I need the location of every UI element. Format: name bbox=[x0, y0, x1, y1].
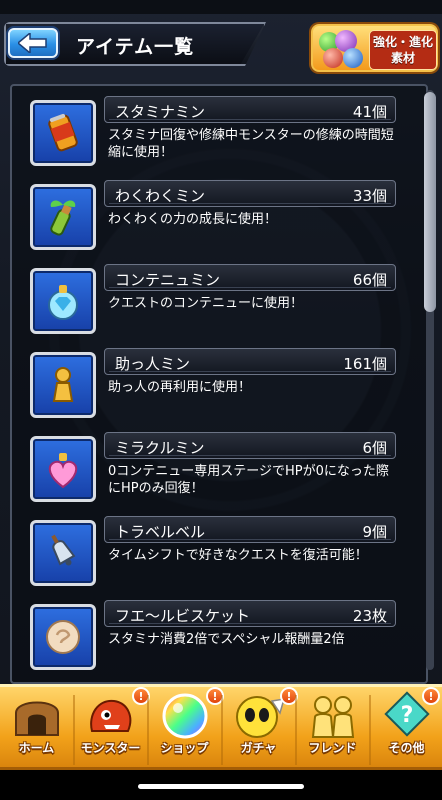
monster-icon bbox=[90, 699, 132, 732]
alert-badge: ! bbox=[422, 687, 440, 705]
item-count: 41個 bbox=[352, 103, 387, 121]
item-description: タイムシフトで好きなクエストを復活可能！ bbox=[108, 548, 368, 563]
item-count: 23枚 bbox=[352, 607, 387, 625]
item-count: 9個 bbox=[362, 523, 387, 541]
item-name: ミラクルミン bbox=[115, 439, 205, 457]
nav-label: ショップ bbox=[160, 741, 209, 755]
back-arrow-icon bbox=[18, 33, 47, 53]
nav-gacha[interactable]: ! ガチャ bbox=[222, 687, 298, 769]
nav-label: ホーム bbox=[18, 741, 55, 755]
item-count: 6個 bbox=[362, 439, 387, 457]
stamina-can-icon bbox=[30, 100, 96, 166]
item-description: スタミナ消費2倍でスペシャル報酬量2倍 bbox=[108, 632, 345, 647]
nav-friends[interactable]: フレンド bbox=[296, 687, 369, 769]
nav-home[interactable]: ホーム bbox=[0, 687, 73, 769]
item-name-bar: コンテニュミン 66個 bbox=[104, 264, 396, 291]
bottom-nav: ホーム ! モンスター ! ショップ ! ガチャ フレンド ? ! その他 bbox=[0, 684, 442, 770]
item-name: コンテニュミン bbox=[115, 271, 221, 289]
nav-monster[interactable]: ! モンスター bbox=[74, 687, 150, 769]
nav-label: モンスター bbox=[80, 741, 141, 755]
bell-icon bbox=[30, 520, 96, 586]
home-indicator bbox=[0, 770, 442, 800]
evolution-label: 強化・進化 素材 bbox=[369, 30, 437, 70]
gacha-icon bbox=[236, 696, 286, 738]
item-count: 161個 bbox=[343, 355, 387, 373]
item-name: トラベルベル bbox=[115, 523, 206, 541]
pawn-icon bbox=[30, 352, 96, 418]
item-name: フエ〜ルビスケット bbox=[115, 607, 251, 625]
back-button[interactable] bbox=[8, 28, 58, 58]
svg-text:?: ? bbox=[401, 703, 414, 728]
header: アイテム一覧 強化・進化 素材 bbox=[0, 14, 442, 74]
item-name-bar: トラベルベル 9個 bbox=[104, 516, 396, 543]
friends-icon bbox=[311, 696, 355, 738]
home-icon bbox=[15, 701, 59, 736]
item-name: 助っ人ミン bbox=[115, 355, 191, 373]
list-item[interactable]: コンテニュミン 66個 クエストのコンテニューに使用！ bbox=[26, 264, 396, 334]
scrollbar-thumb[interactable] bbox=[424, 92, 436, 312]
biscuit-icon bbox=[30, 604, 96, 670]
nav-label: その他 bbox=[388, 741, 425, 755]
crystal-bottle-icon bbox=[30, 268, 96, 334]
heart-bottle-icon bbox=[30, 436, 96, 502]
item-description: スタミナ回復や修練中モンスターの修練の時間短縮に使用！ bbox=[108, 128, 394, 160]
red-orb-icon bbox=[323, 48, 343, 68]
item-description: 0コンテニュー専用ステージでHPが0になった際にHPのみ回復！ bbox=[108, 464, 389, 496]
item-description: クエストのコンテニューに使用！ bbox=[108, 296, 304, 311]
item-name-bar: わくわくミン 33個 bbox=[104, 180, 396, 207]
page-title: アイテム一覧 bbox=[76, 36, 195, 58]
list-item[interactable]: トラベルベル 9個 タイムシフトで好きなクエストを復活可能！ bbox=[26, 516, 396, 586]
item-name: わくわくミン bbox=[115, 187, 206, 205]
nav-label: ガチャ bbox=[240, 741, 277, 755]
item-name-bar: フエ〜ルビスケット 23枚 bbox=[104, 600, 396, 627]
item-name-bar: ミラクルミン 6個 bbox=[104, 432, 396, 459]
list-item[interactable]: ミラクルミン 6個 0コンテニュー専用ステージでHPが0になった際にHPのみ回復… bbox=[26, 432, 396, 502]
sprout-bottle-icon bbox=[30, 184, 96, 250]
list-item[interactable]: わくわくミン 33個 わくわくの力の成長に使用！ bbox=[26, 180, 396, 250]
item-name-bar: スタミナミン 41個 bbox=[104, 96, 396, 123]
evolution-material-button[interactable]: 強化・進化 素材 bbox=[311, 24, 438, 72]
list-item[interactable]: スタミナミン 41個 スタミナ回復や修練中モンスターの修練の時間短縮に使用！ bbox=[26, 96, 396, 166]
orb-icon bbox=[162, 693, 208, 739]
item-description: わくわくの力の成長に使用！ bbox=[108, 212, 278, 227]
list-item[interactable]: 助っ人ミン 161個 助っ人の再利用に使用！ bbox=[26, 348, 396, 418]
badge-line-2: 素材 bbox=[390, 51, 415, 65]
blue-orb-icon bbox=[343, 48, 363, 68]
nav-other[interactable]: ? ! その他 bbox=[370, 687, 442, 769]
nav-shop[interactable]: ! ショップ bbox=[148, 687, 224, 769]
item-name-bar: 助っ人ミン 161個 bbox=[104, 348, 396, 375]
item-name: スタミナミン bbox=[115, 103, 206, 121]
status-bar bbox=[0, 0, 442, 14]
item-count: 66個 bbox=[352, 271, 387, 289]
list-item[interactable]: フエ〜ルビスケット 23枚 スタミナ消費2倍でスペシャル報酬量2倍 bbox=[26, 600, 396, 670]
item-count: 33個 bbox=[352, 187, 387, 205]
nav-label: フレンド bbox=[308, 741, 357, 755]
badge-line-1: 強化・進化 bbox=[372, 35, 433, 49]
item-description: 助っ人の再利用に使用！ bbox=[108, 380, 252, 395]
